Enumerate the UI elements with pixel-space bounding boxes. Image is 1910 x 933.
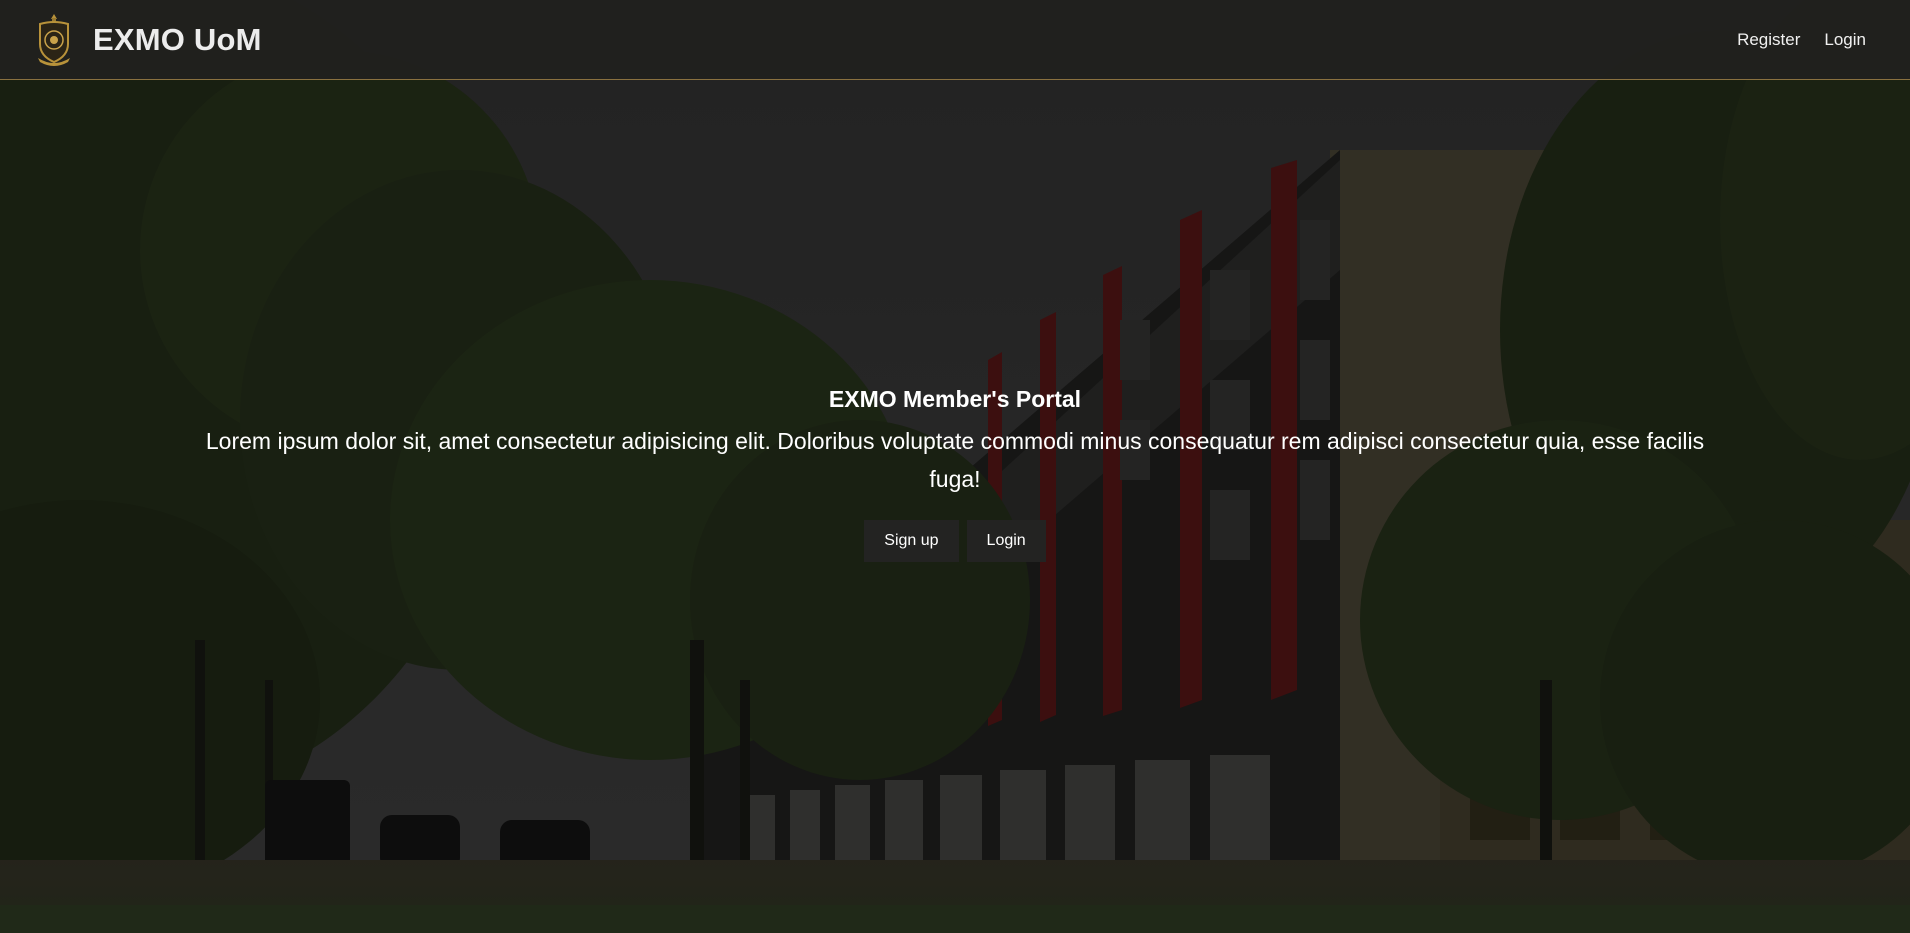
signup-button[interactable]: Sign up xyxy=(864,520,959,562)
hero-description: Lorem ipsum dolor sit, amet consectetur … xyxy=(205,428,1705,492)
hero-section: EXMO Member's Portal Lorem ipsum dolor s… xyxy=(0,384,1910,562)
landing-page: EXMO UoM Register Login EXMO Member's Po… xyxy=(0,0,1910,933)
hero-login-button[interactable]: Login xyxy=(966,520,1046,562)
nav-links: Register Login xyxy=(1713,0,1866,80)
hero-button-group: Sign up Login xyxy=(0,520,1910,562)
nav-register-link[interactable]: Register xyxy=(1737,30,1800,50)
brand-title: EXMO UoM xyxy=(93,22,262,57)
nav-login-link[interactable]: Login xyxy=(1824,30,1866,50)
brand[interactable]: EXMO UoM xyxy=(34,12,262,68)
hero-title: EXMO Member's Portal xyxy=(828,386,1082,412)
university-crest-icon xyxy=(38,14,70,66)
top-navbar: EXMO UoM Register Login xyxy=(0,0,1910,80)
